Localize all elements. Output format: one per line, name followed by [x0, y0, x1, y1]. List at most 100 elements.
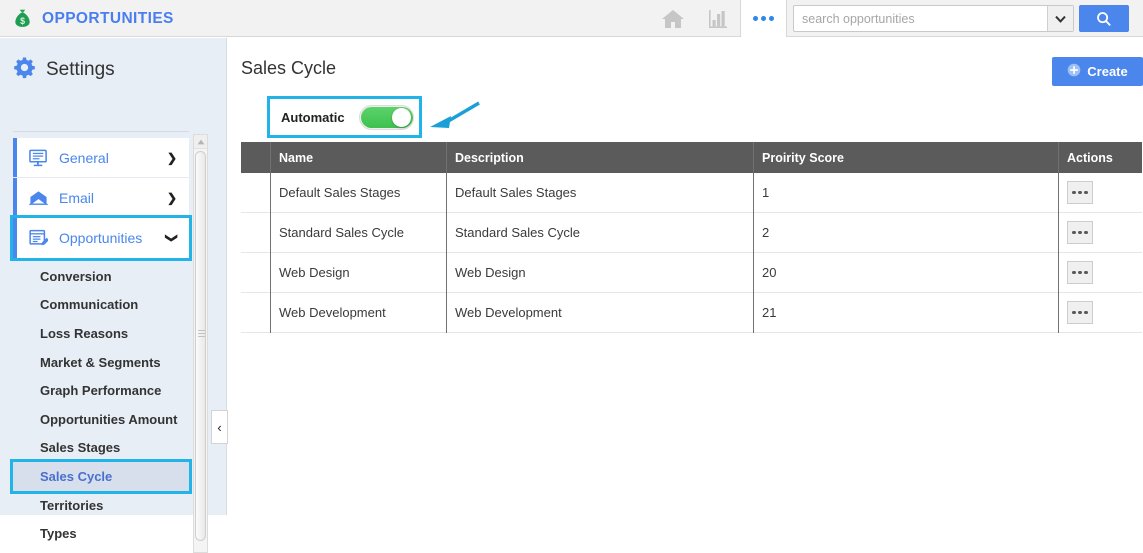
- row-actions-cell: [1059, 293, 1142, 333]
- table-header-blank: [241, 142, 271, 173]
- dot: [1078, 310, 1082, 315]
- plus-circle-icon: [1067, 63, 1081, 80]
- sidebar-subitem-label: Opportunities Amount: [40, 411, 178, 427]
- create-button-label: Create: [1087, 64, 1128, 79]
- search-input[interactable]: [794, 6, 1047, 31]
- row-actions-button[interactable]: [1067, 301, 1093, 324]
- table-header-description: Description: [447, 142, 754, 173]
- three-dots-icon[interactable]: [740, 0, 787, 37]
- sidebar-subitem-label: Types: [40, 526, 77, 542]
- chevron-right-icon: ❯: [166, 150, 177, 165]
- dot: [1084, 190, 1088, 195]
- page-title: Settings: [46, 59, 115, 80]
- row-description: Web Design: [447, 252, 754, 293]
- sidebar-item-communication[interactable]: Communication: [13, 291, 189, 320]
- row-actions-button[interactable]: [1067, 181, 1093, 204]
- table-row[interactable]: Web Development Web Development 21: [241, 292, 1142, 333]
- row-description: Default Sales Stages: [447, 172, 754, 213]
- dot: [1084, 310, 1088, 315]
- content-page-title: Sales Cycle: [241, 58, 337, 78]
- top-icon-group: [650, 0, 740, 37]
- table-row[interactable]: Web Design Web Design 20: [241, 252, 1142, 293]
- chevron-down-icon[interactable]: [1047, 6, 1073, 31]
- dot: [1072, 230, 1076, 235]
- row-name: Web Design: [271, 252, 447, 293]
- row-description: Web Development: [447, 292, 754, 333]
- sidebar-subitem-label: Sales Cycle: [40, 468, 113, 484]
- dot: [769, 16, 774, 21]
- sidebar-subitem-label: Graph Performance: [40, 383, 162, 399]
- row-description: Standard Sales Cycle: [447, 212, 754, 253]
- row-actions-button[interactable]: [1067, 261, 1093, 284]
- create-button[interactable]: Create: [1052, 57, 1143, 86]
- scrollbar-thumb[interactable]: [195, 151, 206, 541]
- row-blank-cell: [241, 212, 271, 253]
- sidebar-item-territories[interactable]: Territories: [13, 491, 189, 520]
- sidebar-subitem-label: Market & Segments: [40, 354, 161, 370]
- scrollbar-grip-icon: [198, 330, 205, 337]
- brand-title: OPPORTUNITIES: [42, 9, 174, 27]
- sidebar-subitem-label: Communication: [40, 297, 139, 313]
- dot: [1084, 270, 1088, 275]
- sidebar-item-sales-cycle[interactable]: Sales Cycle: [10, 459, 192, 494]
- row-blank-cell: [241, 172, 271, 213]
- svg-text:$: $: [20, 16, 25, 26]
- table-row[interactable]: Default Sales Stages Default Sales Stage…: [241, 172, 1142, 213]
- settings-header: Settings: [13, 56, 115, 84]
- money-bag-icon: $: [12, 8, 33, 29]
- sales-cycle-table: Name Description Proirity Score Actions …: [241, 142, 1142, 333]
- sidebar-item-types[interactable]: Types: [13, 519, 189, 548]
- row-priority-score: 21: [754, 292, 1059, 333]
- sidebar-scrollbar[interactable]: [193, 134, 208, 553]
- row-name: Standard Sales Cycle: [271, 212, 447, 253]
- row-blank-cell: [241, 252, 271, 293]
- toggle-knob: [391, 107, 411, 127]
- automatic-label: Automatic: [281, 109, 345, 125]
- top-bar: $ OPPORTUNITIES: [0, 0, 1143, 37]
- divider: [13, 131, 189, 132]
- sidebar-subitem-label: Loss Reasons: [40, 325, 129, 341]
- sidebar-subitem-label: Conversion: [40, 268, 112, 284]
- row-blank-cell: [241, 292, 271, 333]
- sidebar-item-email[interactable]: Email ❯: [13, 178, 189, 218]
- row-actions-button[interactable]: [1067, 221, 1093, 244]
- bar-chart-icon[interactable]: [695, 0, 740, 37]
- sidebar-item-conversion[interactable]: Conversion: [13, 262, 189, 291]
- automatic-toggle-group: Automatic: [267, 96, 422, 138]
- row-actions-cell: [1059, 213, 1142, 253]
- sidebar-main-nav: General ❯ Email ❯ Opportunities ❯: [10, 138, 192, 261]
- row-name: Default Sales Stages: [271, 172, 447, 213]
- sidebar-item-opportunities[interactable]: Opportunities ❯: [10, 215, 192, 261]
- sidebar-item-general[interactable]: General ❯: [13, 138, 189, 178]
- table-header-actions: Actions: [1067, 150, 1113, 165]
- row-actions-cell: [1059, 253, 1142, 293]
- dot: [1078, 190, 1082, 195]
- sidebar-item-graph-performance[interactable]: Graph Performance: [13, 376, 189, 405]
- sidebar-item-label: General: [59, 149, 109, 166]
- chevron-left-icon: ‹: [217, 419, 222, 435]
- sidebar-item-market-segments[interactable]: Market & Segments: [13, 348, 189, 377]
- sidebar-collapse-handle[interactable]: ‹: [211, 410, 228, 444]
- sidebar-subitem-label: Territories: [40, 497, 104, 513]
- sidebar-item-loss-reasons[interactable]: Loss Reasons: [13, 319, 189, 348]
- automatic-toggle[interactable]: [358, 104, 414, 130]
- brand[interactable]: $ OPPORTUNITIES: [12, 0, 174, 37]
- row-actions-cell: [1059, 173, 1142, 213]
- dot: [1084, 230, 1088, 235]
- sidebar-item-label: Opportunities: [59, 230, 143, 246]
- search-button[interactable]: [1079, 5, 1129, 32]
- table-header-name: Name: [271, 142, 447, 173]
- row-priority-score: 1: [754, 172, 1059, 213]
- chevron-down-icon: ❯: [164, 232, 179, 244]
- dot: [1072, 310, 1076, 315]
- home-icon[interactable]: [650, 0, 695, 37]
- dot: [1072, 270, 1076, 275]
- gear-icon: [13, 56, 36, 84]
- dot: [1078, 230, 1082, 235]
- sidebar-item-opportunities-amount[interactable]: Opportunities Amount: [13, 405, 189, 434]
- document-edit-icon: [29, 229, 49, 247]
- table-row[interactable]: Standard Sales Cycle Standard Sales Cycl…: [241, 212, 1142, 253]
- scroll-up-icon[interactable]: [194, 135, 207, 149]
- sidebar-item-sales-stages[interactable]: Sales Stages: [13, 434, 189, 463]
- row-priority-score: 2: [754, 212, 1059, 253]
